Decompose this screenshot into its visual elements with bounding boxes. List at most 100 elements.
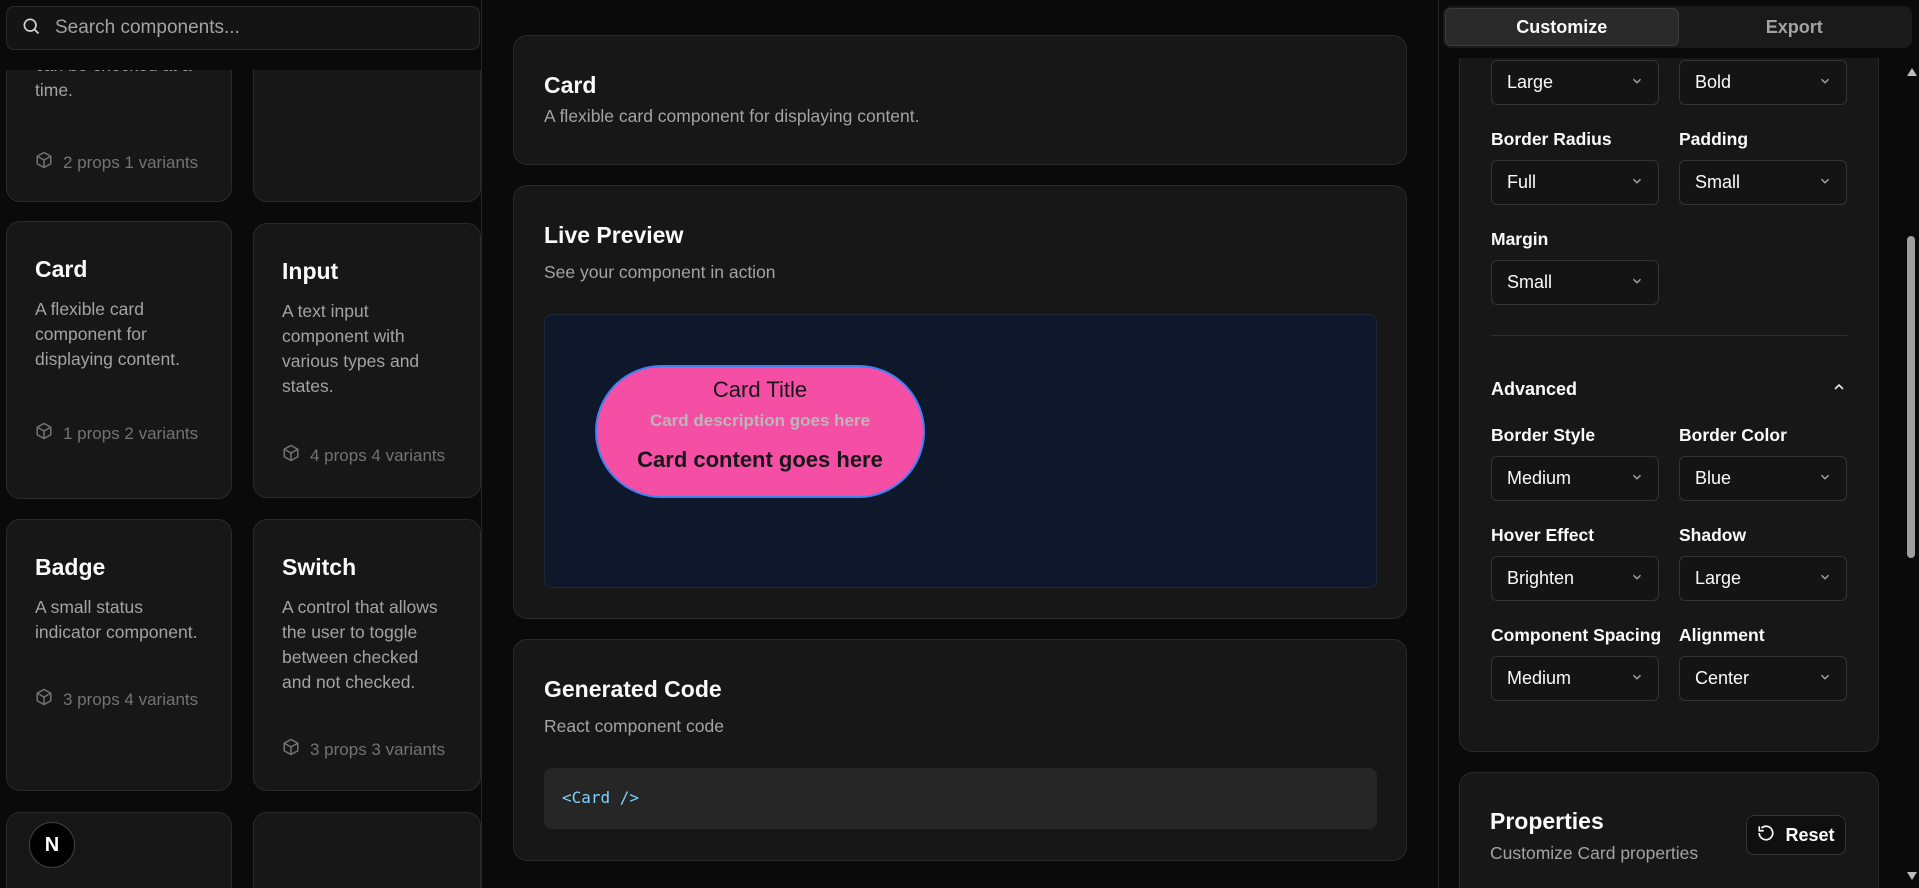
select-value: Large [1507,72,1554,92]
border-radius-select[interactable]: Full [1491,160,1659,205]
app-root: can be checked at a time. 2 props 1 vari… [0,0,1919,888]
component-tile-input[interactable]: Input A text input component with variou… [253,223,481,498]
tile-meta: 3 props 4 variants [35,688,198,711]
advanced-section-toggle[interactable]: Advanced [1491,379,1847,400]
right-scrollbar[interactable] [1903,58,1919,888]
app-logo[interactable]: N [29,822,75,868]
chevron-down-icon [1630,72,1644,93]
scrollbar-thumb[interactable] [1907,236,1915,558]
code-snippet: <Card /> [562,788,640,807]
chevron-down-icon [1630,272,1644,293]
font-weight-select[interactable]: Bold [1679,60,1847,105]
shadow-select[interactable]: Large [1679,556,1847,601]
border-style-select[interactable]: Medium [1491,456,1659,501]
preview-canvas: Card Title Card description goes here Ca… [544,314,1377,588]
scroll-up-arrow[interactable] [1907,68,1917,76]
tile-title: Input [282,258,339,284]
border-color-label: Border Color [1679,425,1787,445]
reset-label: Reset [1785,824,1835,845]
border-radius-label: Border Radius [1491,129,1612,149]
tile-meta-text: 2 props 1 variants [63,152,199,172]
select-value: Large [1695,568,1742,588]
component-sidebar: can be checked at a time. 2 props 1 vari… [0,0,482,888]
alignment-label: Alignment [1679,625,1765,645]
tile-meta: 3 props 3 variants [282,738,445,761]
component-title: Card [544,72,597,98]
chevron-down-icon [1630,568,1644,589]
customize-sidebar: Customize Export Large Bold Border Radiu… [1438,0,1919,888]
section-divider [1491,335,1847,336]
chevron-down-icon [1818,172,1832,193]
size-select[interactable]: Large [1491,60,1659,105]
rotate-ccw-icon [1757,824,1775,847]
advanced-label: Advanced [1491,379,1578,399]
select-value: Full [1507,172,1537,192]
tile-title: Card [35,256,88,282]
tile-meta-text: 3 props 3 variants [310,739,446,759]
tab-customize[interactable]: Customize [1445,8,1679,46]
tile-meta-text: 4 props 4 variants [310,445,446,465]
hover-effect-label: Hover Effect [1491,525,1595,545]
scroll-down-arrow[interactable] [1907,872,1917,880]
select-value: Blue [1695,468,1732,488]
chevron-down-icon [1630,668,1644,689]
tile-meta: 1 props 2 variants [35,422,198,445]
tab-export[interactable]: Export [1679,8,1911,46]
chevron-down-icon [1818,668,1832,689]
tile-title: Badge [35,554,106,580]
select-value: Medium [1507,468,1572,488]
preview-card[interactable]: Card Title Card description goes here Ca… [595,365,925,498]
package-icon [35,422,53,445]
preview-card-title: Card Title [712,377,808,402]
properties-subtitle: Customize Card properties [1490,843,1699,863]
live-preview-subtitle: See your component in action [544,262,776,282]
chevron-down-icon [1630,468,1644,489]
tile-description: A text input component with various type… [282,301,420,396]
padding-select[interactable]: Small [1679,160,1847,205]
generated-code-subtitle: React component code [544,716,724,736]
select-value: Center [1695,668,1750,688]
live-preview-title: Live Preview [544,222,684,248]
hover-effect-select[interactable]: Brighten [1491,556,1659,601]
logo-letter: N [44,833,60,856]
tab-bar: Customize Export [1443,6,1912,48]
select-value: Brighten [1507,568,1575,588]
style-settings-panel: Large Bold Border Radius Padding Full Sm… [1459,0,1879,752]
properties-title: Properties [1490,808,1604,834]
search-icon [21,16,41,41]
component-spacing-label: Component Spacing [1491,625,1662,645]
select-value: Bold [1695,72,1732,92]
select-value: Small [1695,172,1741,192]
preview-card-description: Card description goes here [649,411,871,430]
code-block[interactable]: <Card /> [544,768,1377,829]
tile-description: A small status indicator component. [35,597,198,642]
package-icon [282,738,300,761]
component-header-panel: Card A flexible card component for displ… [513,35,1407,165]
select-value: Small [1507,272,1553,292]
component-spacing-select[interactable]: Medium [1491,656,1659,701]
reset-button[interactable]: Reset [1746,815,1846,855]
margin-select[interactable]: Small [1491,260,1659,305]
search-input[interactable] [55,17,455,39]
chevron-down-icon [1818,468,1832,489]
alignment-select[interactable]: Center [1679,656,1847,701]
component-tile-switch[interactable]: Switch A control that allows the user to… [253,519,481,791]
chevron-up-icon [1831,379,1847,400]
tile-meta-text: 3 props 4 variants [63,689,199,709]
component-tile-partial[interactable] [253,812,481,888]
search-bar[interactable] [6,6,480,50]
tile-meta: 2 props 1 variants [35,151,198,174]
select-value: Medium [1507,668,1572,688]
border-color-select[interactable]: Blue [1679,456,1847,501]
generated-code-title: Generated Code [544,676,722,702]
package-icon [35,688,53,711]
component-tile-card[interactable]: Card A flexible card component for displ… [6,221,232,499]
chevron-down-icon [1818,72,1832,93]
main-content: Card A flexible card component for displ… [483,0,1437,888]
border-style-label: Border Style [1491,425,1596,445]
tile-description: A control that allows the user to toggle… [282,597,438,692]
margin-label: Margin [1491,229,1549,249]
tile-meta-text: 1 props 2 variants [63,423,199,443]
tile-description-line: time. [35,80,73,100]
component-tile-badge[interactable]: Badge A small status indicator component… [6,519,232,791]
